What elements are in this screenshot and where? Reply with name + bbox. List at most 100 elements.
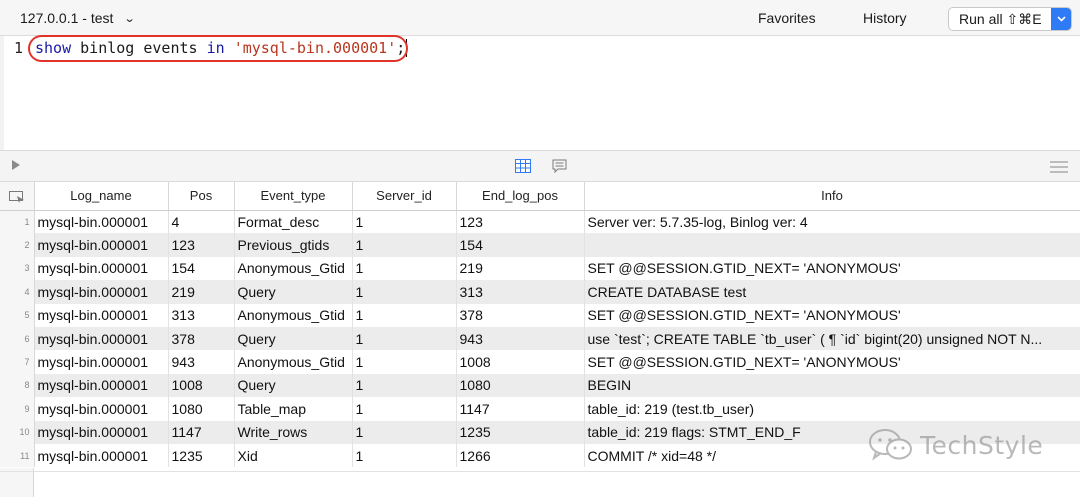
- connection-label: 127.0.0.1 - test: [20, 10, 114, 26]
- text-view-icon[interactable]: [552, 159, 567, 173]
- cell-info[interactable]: [584, 233, 1080, 257]
- cell-end-log-pos[interactable]: 154: [456, 233, 585, 257]
- cell-pos[interactable]: 1147: [168, 420, 235, 444]
- column-header-end-log-pos[interactable]: End_log_pos: [456, 182, 585, 211]
- cell-server-id[interactable]: 1: [352, 326, 457, 351]
- highlight-annotation: [28, 35, 408, 62]
- cell-server-id[interactable]: 1: [352, 303, 457, 327]
- table-row[interactable]: 3 mysql-bin.000001 154 Anonymous_Gtid 1 …: [0, 256, 1080, 281]
- cell-info[interactable]: table_id: 219 (test.tb_user): [584, 397, 1080, 421]
- cell-server-id[interactable]: 1: [352, 280, 457, 304]
- table-row[interactable]: 9 mysql-bin.000001 1080 Table_map 1 1147…: [0, 397, 1080, 421]
- column-header-info[interactable]: Info: [584, 182, 1080, 211]
- cell-info[interactable]: Server ver: 5.7.35-log, Binlog ver: 4: [584, 210, 1080, 234]
- cell-log-name[interactable]: mysql-bin.000001: [34, 326, 169, 351]
- cell-info[interactable]: SET @@SESSION.GTID_NEXT= 'ANONYMOUS': [584, 303, 1080, 327]
- column-header-event-type[interactable]: Event_type: [234, 182, 353, 211]
- table-row[interactable]: 8 mysql-bin.000001 1008 Query 1 1080 BEG…: [0, 373, 1080, 398]
- cell-server-id[interactable]: 1: [352, 233, 457, 257]
- cell-info[interactable]: SET @@SESSION.GTID_NEXT= 'ANONYMOUS': [584, 256, 1080, 281]
- cell-pos[interactable]: 123: [168, 233, 235, 257]
- cell-log-name[interactable]: mysql-bin.000001: [34, 443, 169, 468]
- cell-end-log-pos[interactable]: 1147: [456, 397, 585, 421]
- connection-selector[interactable]: 127.0.0.1 - test ⌄: [20, 10, 136, 26]
- column-header-log-name[interactable]: Log_name: [34, 182, 169, 211]
- cell-info[interactable]: BEGIN: [584, 373, 1080, 398]
- column-header-server-id[interactable]: Server_id: [352, 182, 457, 211]
- cell-pos[interactable]: 943: [168, 350, 235, 374]
- row-number: 7: [0, 350, 35, 374]
- cell-log-name[interactable]: mysql-bin.000001: [34, 280, 169, 304]
- cell-log-name[interactable]: mysql-bin.000001: [34, 397, 169, 421]
- cell-event-type[interactable]: Query: [234, 373, 353, 398]
- row-number: 10: [0, 420, 35, 444]
- grid-view-icon[interactable]: [515, 159, 531, 173]
- cell-event-type[interactable]: Anonymous_Gtid: [234, 303, 353, 327]
- cell-server-id[interactable]: 1: [352, 373, 457, 398]
- cell-event-type[interactable]: Table_map: [234, 397, 353, 421]
- cell-info[interactable]: CREATE DATABASE test: [584, 280, 1080, 304]
- row-number: 2: [0, 233, 35, 257]
- cell-pos[interactable]: 1235: [168, 443, 235, 468]
- row-number: 1: [0, 210, 35, 234]
- cell-event-type[interactable]: Format_desc: [234, 210, 353, 234]
- cell-log-name[interactable]: mysql-bin.000001: [34, 373, 169, 398]
- toolbar: 127.0.0.1 - test ⌄ Favorites History Run…: [0, 0, 1080, 36]
- table-row[interactable]: 7 mysql-bin.000001 943 Anonymous_Gtid 1 …: [0, 350, 1080, 374]
- select-all-cell[interactable]: [0, 182, 35, 211]
- cell-log-name[interactable]: mysql-bin.000001: [34, 303, 169, 327]
- table-row[interactable]: 6 mysql-bin.000001 378 Query 1 943 use `…: [0, 326, 1080, 351]
- cell-server-id[interactable]: 1: [352, 420, 457, 444]
- cell-log-name[interactable]: mysql-bin.000001: [34, 210, 169, 234]
- cell-server-id[interactable]: 1: [352, 210, 457, 234]
- cell-info[interactable]: SET @@SESSION.GTID_NEXT= 'ANONYMOUS': [584, 350, 1080, 374]
- cell-end-log-pos[interactable]: 123: [456, 210, 585, 234]
- cell-end-log-pos[interactable]: 219: [456, 256, 585, 281]
- cell-server-id[interactable]: 1: [352, 443, 457, 468]
- row-number: 4: [0, 280, 35, 304]
- column-header-pos[interactable]: Pos: [168, 182, 235, 211]
- cell-pos[interactable]: 313: [168, 303, 235, 327]
- cell-info[interactable]: use `test`; CREATE TABLE `tb_user` ( ¶ `…: [584, 326, 1080, 351]
- cell-event-type[interactable]: Anonymous_Gtid: [234, 256, 353, 281]
- cell-end-log-pos[interactable]: 1080: [456, 373, 585, 398]
- cell-log-name[interactable]: mysql-bin.000001: [34, 256, 169, 281]
- cell-server-id[interactable]: 1: [352, 397, 457, 421]
- cell-log-name[interactable]: mysql-bin.000001: [34, 420, 169, 444]
- table-row[interactable]: 2 mysql-bin.000001 123 Previous_gtids 1 …: [0, 233, 1080, 257]
- table-row[interactable]: 1 mysql-bin.000001 4 Format_desc 1 123 S…: [0, 210, 1080, 234]
- favorites-button[interactable]: Favorites: [758, 10, 816, 26]
- menu-icon[interactable]: [1050, 161, 1068, 173]
- cell-end-log-pos[interactable]: 1235: [456, 420, 585, 444]
- cell-pos[interactable]: 1008: [168, 373, 235, 398]
- cell-event-type[interactable]: Previous_gtids: [234, 233, 353, 257]
- cell-event-type[interactable]: Anonymous_Gtid: [234, 350, 353, 374]
- cell-server-id[interactable]: 1: [352, 350, 457, 374]
- cell-pos[interactable]: 154: [168, 256, 235, 281]
- chevron-down-icon[interactable]: [1051, 8, 1071, 30]
- row-number: 5: [0, 303, 35, 327]
- cell-pos[interactable]: 219: [168, 280, 235, 304]
- cell-end-log-pos[interactable]: 378: [456, 303, 585, 327]
- cell-end-log-pos[interactable]: 313: [456, 280, 585, 304]
- cell-pos[interactable]: 1080: [168, 397, 235, 421]
- cell-event-type[interactable]: Query: [234, 326, 353, 351]
- cell-log-name[interactable]: mysql-bin.000001: [34, 350, 169, 374]
- cell-server-id[interactable]: 1: [352, 256, 457, 281]
- run-all-button[interactable]: Run all ⇧⌘E: [948, 7, 1072, 31]
- table-row[interactable]: 5 mysql-bin.000001 313 Anonymous_Gtid 1 …: [0, 303, 1080, 327]
- cell-pos[interactable]: 4: [168, 210, 235, 234]
- cell-event-type[interactable]: Write_rows: [234, 420, 353, 444]
- cell-event-type[interactable]: Xid: [234, 443, 353, 468]
- cell-end-log-pos[interactable]: 1266: [456, 443, 585, 468]
- select-all-icon[interactable]: [8, 190, 25, 203]
- history-button[interactable]: History: [863, 10, 907, 26]
- cell-pos[interactable]: 378: [168, 326, 235, 351]
- cell-end-log-pos[interactable]: 1008: [456, 350, 585, 374]
- cell-log-name[interactable]: mysql-bin.000001: [34, 233, 169, 257]
- cell-event-type[interactable]: Query: [234, 280, 353, 304]
- cell-end-log-pos[interactable]: 943: [456, 326, 585, 351]
- row-number: 8: [0, 373, 35, 398]
- table-row[interactable]: 4 mysql-bin.000001 219 Query 1 313 CREAT…: [0, 280, 1080, 304]
- play-icon[interactable]: [12, 160, 20, 170]
